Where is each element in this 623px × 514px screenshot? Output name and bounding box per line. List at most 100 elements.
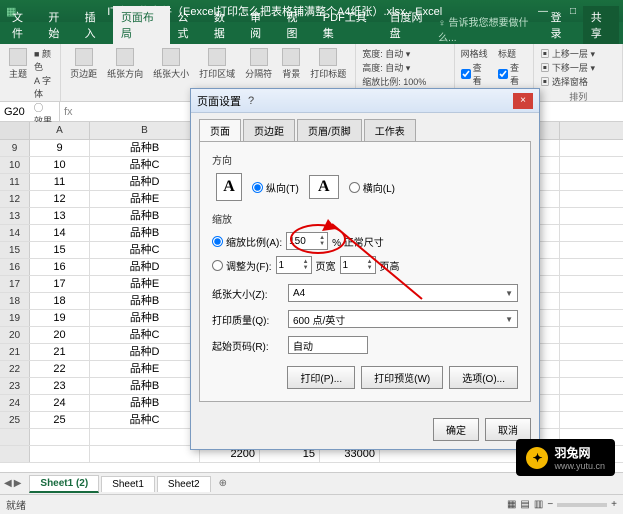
bring-forward-button[interactable]: ▣ 上移一层 ▾ [540,47,616,60]
row-header[interactable]: 20 [0,327,30,343]
view-layout-icon[interactable]: ▤ [520,499,529,510]
sheet-tab[interactable]: Sheet2 [157,476,211,492]
col-header[interactable]: B [90,122,200,139]
row-header[interactable]: 12 [0,191,30,207]
share-button[interactable]: 共享 [583,6,619,44]
cell[interactable]: 10 [30,157,90,173]
cell[interactable]: 品种E [90,361,200,377]
background-button[interactable]: 背景 [279,47,303,81]
cell[interactable]: 品种B [90,378,200,394]
cell[interactable] [90,429,200,445]
login-button[interactable]: 登录 [542,6,578,44]
cell[interactable]: 15 [30,242,90,258]
name-box[interactable]: G20 [0,102,60,121]
row-header[interactable] [0,429,30,445]
cell[interactable]: 品种D [90,344,200,360]
fit-height-input[interactable]: 1▲▼ [340,256,376,274]
cell[interactable]: 9 [30,140,90,156]
send-backward-button[interactable]: ▣ 下移一层 ▾ [540,61,616,74]
paper-size-combo[interactable]: A4▼ [288,284,518,302]
tab-pdf[interactable]: PDF工具集 [315,6,382,44]
sheet-tab[interactable]: Sheet1 (2) [29,475,99,493]
cell[interactable]: 20 [30,327,90,343]
colors-button[interactable]: ■ 颜色 [34,47,54,73]
cell[interactable]: 17 [30,276,90,292]
zoom-slider[interactable] [557,503,607,507]
cell[interactable]: 品种E [90,276,200,292]
col-header[interactable]: A [30,122,90,139]
cell[interactable]: 25 [30,412,90,428]
row-header[interactable]: 16 [0,259,30,275]
sheet-nav-prev[interactable]: ◀ [4,478,12,489]
row-header[interactable]: 22 [0,361,30,377]
dialog-tab-page[interactable]: 页面 [199,119,241,141]
zoom-out-button[interactable]: − [547,499,553,510]
row-header[interactable]: 24 [0,395,30,411]
row-header[interactable]: 17 [0,276,30,292]
landscape-radio[interactable]: 横向(L) [349,180,395,195]
row-header[interactable]: 13 [0,208,30,224]
row-header[interactable]: 19 [0,310,30,326]
fit-to-radio[interactable]: 调整为(F): [212,258,272,273]
cell[interactable]: 22 [30,361,90,377]
tab-page-layout[interactable]: 页面布局 [113,6,170,44]
portrait-radio[interactable]: 纵向(T) [252,180,299,195]
options-button[interactable]: 选项(O)... [449,366,518,389]
tab-view[interactable]: 视图 [278,6,314,44]
row-header[interactable]: 11 [0,174,30,190]
ok-button[interactable]: 确定 [433,418,479,441]
row-header[interactable]: 23 [0,378,30,394]
cancel-button[interactable]: 取消 [485,418,531,441]
cell[interactable]: 品种C [90,242,200,258]
view-pagebreak-icon[interactable]: ▥ [534,499,543,510]
cell[interactable] [30,446,90,462]
cell[interactable]: 18 [30,293,90,309]
row-header[interactable]: 21 [0,344,30,360]
cell[interactable]: 23 [30,378,90,394]
row-header[interactable]: 18 [0,293,30,309]
size-button[interactable]: 纸张大小 [150,47,192,81]
dialog-close-button[interactable]: × [513,93,533,109]
breaks-button[interactable]: 分隔符 [242,47,275,81]
tell-me[interactable]: ♀ 告诉我您想要做什么... [438,14,542,44]
row-header[interactable]: 9 [0,140,30,156]
print-titles-button[interactable]: 打印标题 [307,47,349,81]
dialog-tab-margins[interactable]: 页边距 [243,119,295,141]
margins-button[interactable]: 页边距 [67,47,100,81]
gridlines-view-check[interactable] [461,69,471,79]
cell[interactable]: 品种B [90,225,200,241]
select-all-corner[interactable] [0,122,30,139]
dialog-help-button[interactable]: ? [241,93,261,109]
tab-insert[interactable]: 插入 [77,6,113,44]
cell[interactable]: 品种B [90,293,200,309]
cell[interactable]: 品种B [90,310,200,326]
themes-button[interactable]: 主题 [6,47,30,81]
fonts-button[interactable]: A 字体 [34,74,54,100]
row-header[interactable]: 25 [0,412,30,428]
fx-button[interactable]: fx [64,106,73,118]
tab-formulas[interactable]: 公式 [170,6,206,44]
print-quality-combo[interactable]: 600 点/英寸▼ [288,310,518,328]
cell[interactable]: 12 [30,191,90,207]
cell[interactable]: 品种C [90,327,200,343]
cell[interactable]: 品种E [90,191,200,207]
orientation-button[interactable]: 纸张方向 [104,47,146,81]
tab-baidu[interactable]: 百度网盘 [382,6,439,44]
cell[interactable]: 品种B [90,395,200,411]
fit-width-input[interactable]: 1▲▼ [276,256,312,274]
scale-radio[interactable]: 缩放比例(A): [212,234,282,249]
row-header[interactable]: 14 [0,225,30,241]
zoom-in-button[interactable]: + [611,499,617,510]
new-sheet-button[interactable]: ⊕ [213,476,233,491]
cell[interactable] [30,429,90,445]
tab-file[interactable]: 文件 [4,6,40,44]
scale-value-input[interactable]: 150▲▼ [286,232,328,250]
tab-review[interactable]: 审阅 [242,6,278,44]
dialog-titlebar[interactable]: 页面设置 ? × [191,89,539,113]
cell[interactable]: 品种D [90,259,200,275]
row-header[interactable] [0,446,30,462]
tab-home[interactable]: 开始 [40,6,76,44]
row-header[interactable]: 10 [0,157,30,173]
dialog-tab-header[interactable]: 页眉/页脚 [297,119,362,141]
cell[interactable]: 19 [30,310,90,326]
